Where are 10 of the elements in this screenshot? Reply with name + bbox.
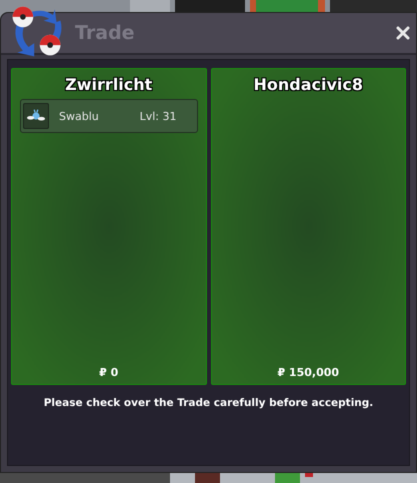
pokemon-name: Swablu	[59, 110, 100, 122]
notice-text: Please check over the Trade carefully before accepting.	[42, 397, 374, 409]
bird-icon	[23, 103, 49, 129]
close-icon[interactable]	[396, 26, 410, 40]
money-amount: ₽ 0	[98, 366, 120, 379]
pokemon-row[interactable]: Swablu Lvl: 31	[20, 99, 198, 133]
pokemon-level: Lvl: 31	[140, 110, 176, 122]
money-amount: ₽ 150,000	[276, 366, 340, 379]
trader-name: Hondacivic8	[252, 75, 364, 94]
trader-name: Zwirrlicht	[64, 75, 154, 94]
